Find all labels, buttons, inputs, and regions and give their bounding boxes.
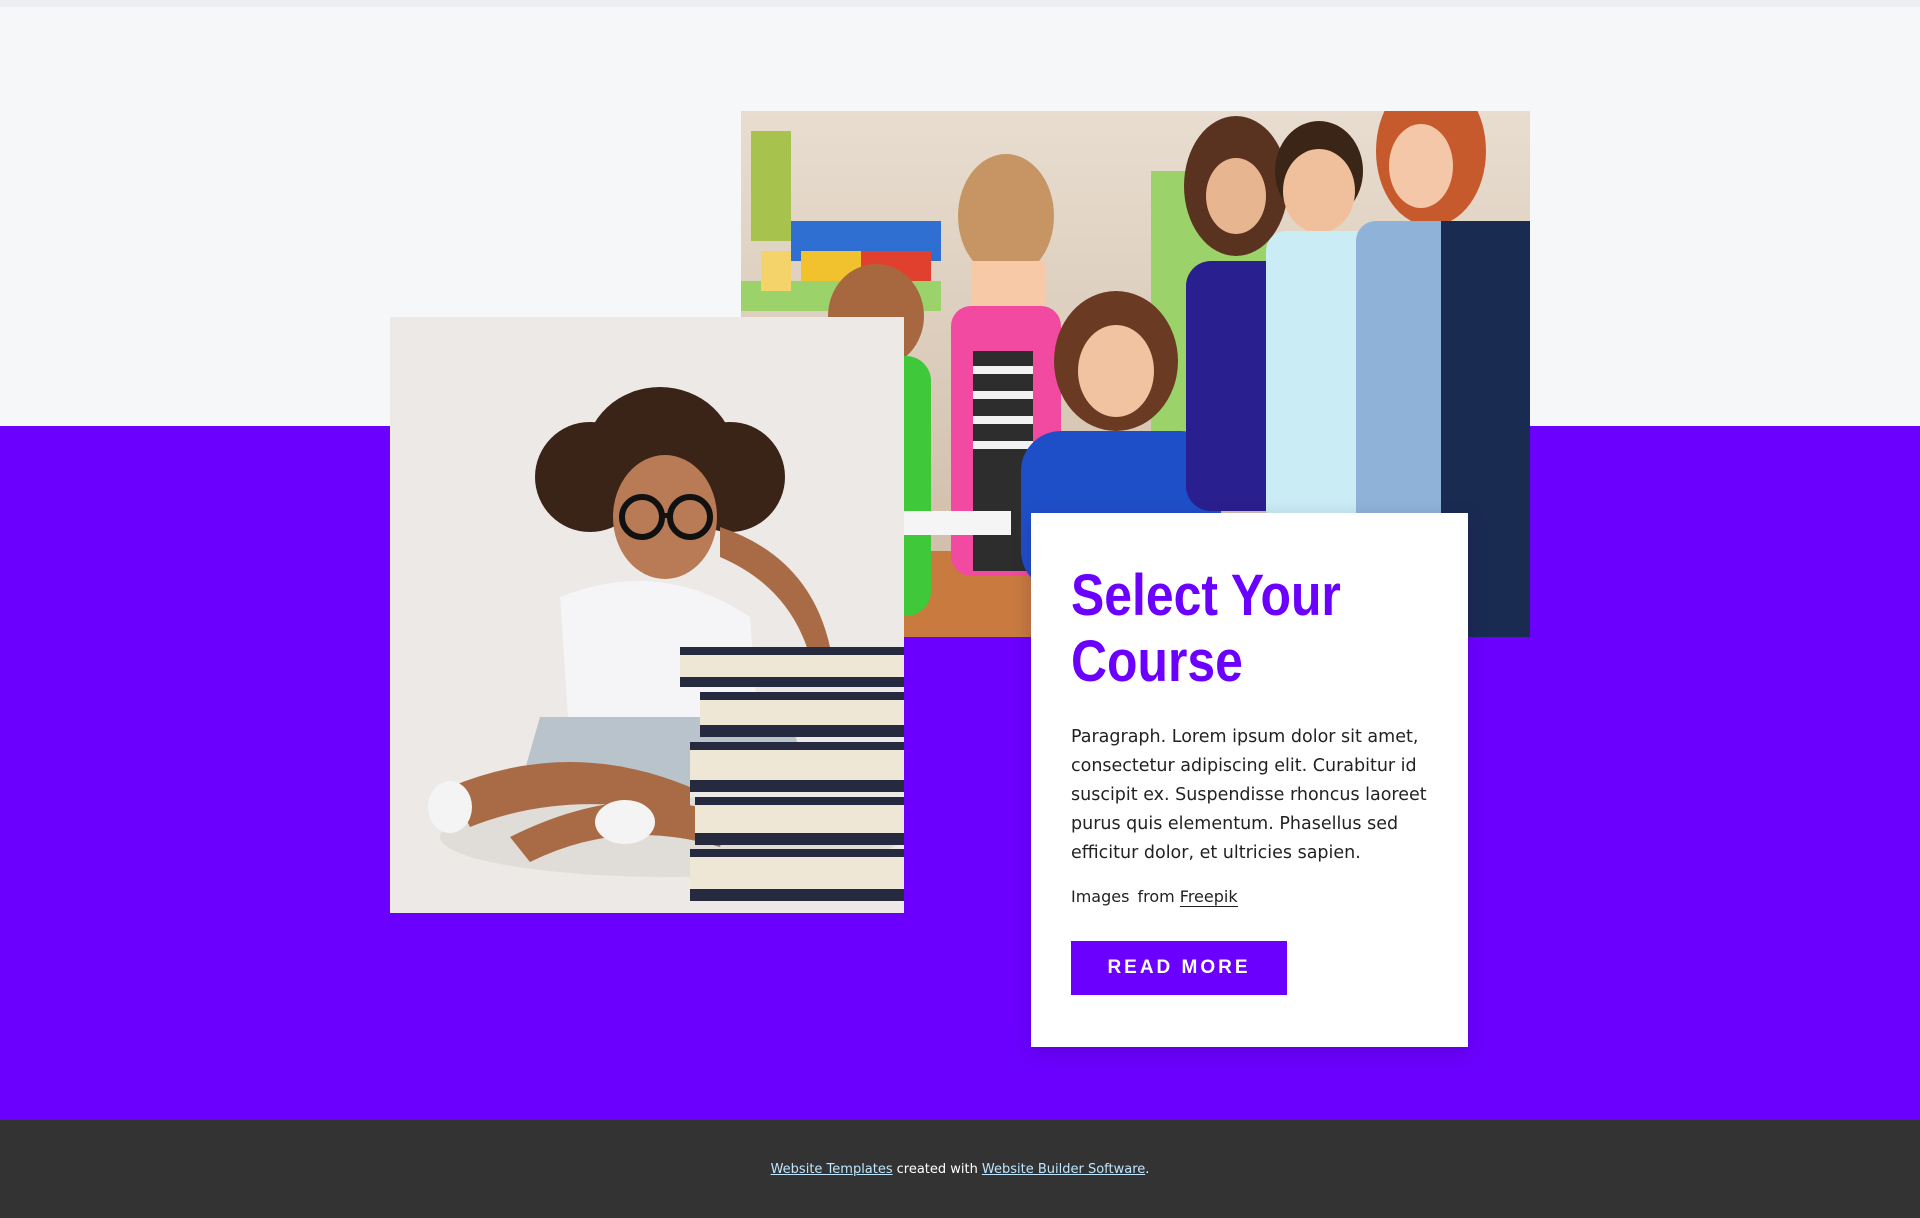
freepik-link[interactable]: Freepik <box>1179 887 1238 907</box>
course-card: Select Your Course Paragraph. Lorem ipsu… <box>1031 513 1468 1047</box>
footer-end-text: . <box>1145 1161 1150 1177</box>
image-credit: Images from Freepik <box>1071 887 1238 907</box>
top-strip <box>0 0 1920 7</box>
footer-middle-text: created with <box>896 1161 978 1177</box>
girl-illustration <box>390 317 904 913</box>
card-paragraph: Paragraph. Lorem ipsum dolor sit amet, c… <box>1071 727 1427 863</box>
page: Select Your Course Paragraph. Lorem ipsu… <box>0 0 1920 1218</box>
website-templates-link[interactable]: Website Templates <box>771 1162 893 1177</box>
website-builder-software-link[interactable]: Website Builder Software <box>982 1162 1145 1177</box>
read-more-button[interactable]: READ MORE <box>1071 941 1287 995</box>
credit-from: from <box>1137 887 1175 906</box>
card-title: Select Your Course <box>1071 563 1341 694</box>
credit-prefix: Images <box>1071 887 1130 906</box>
footer: Website Templates created with Website B… <box>0 1120 1920 1218</box>
girl-with-books-photo <box>390 317 904 913</box>
